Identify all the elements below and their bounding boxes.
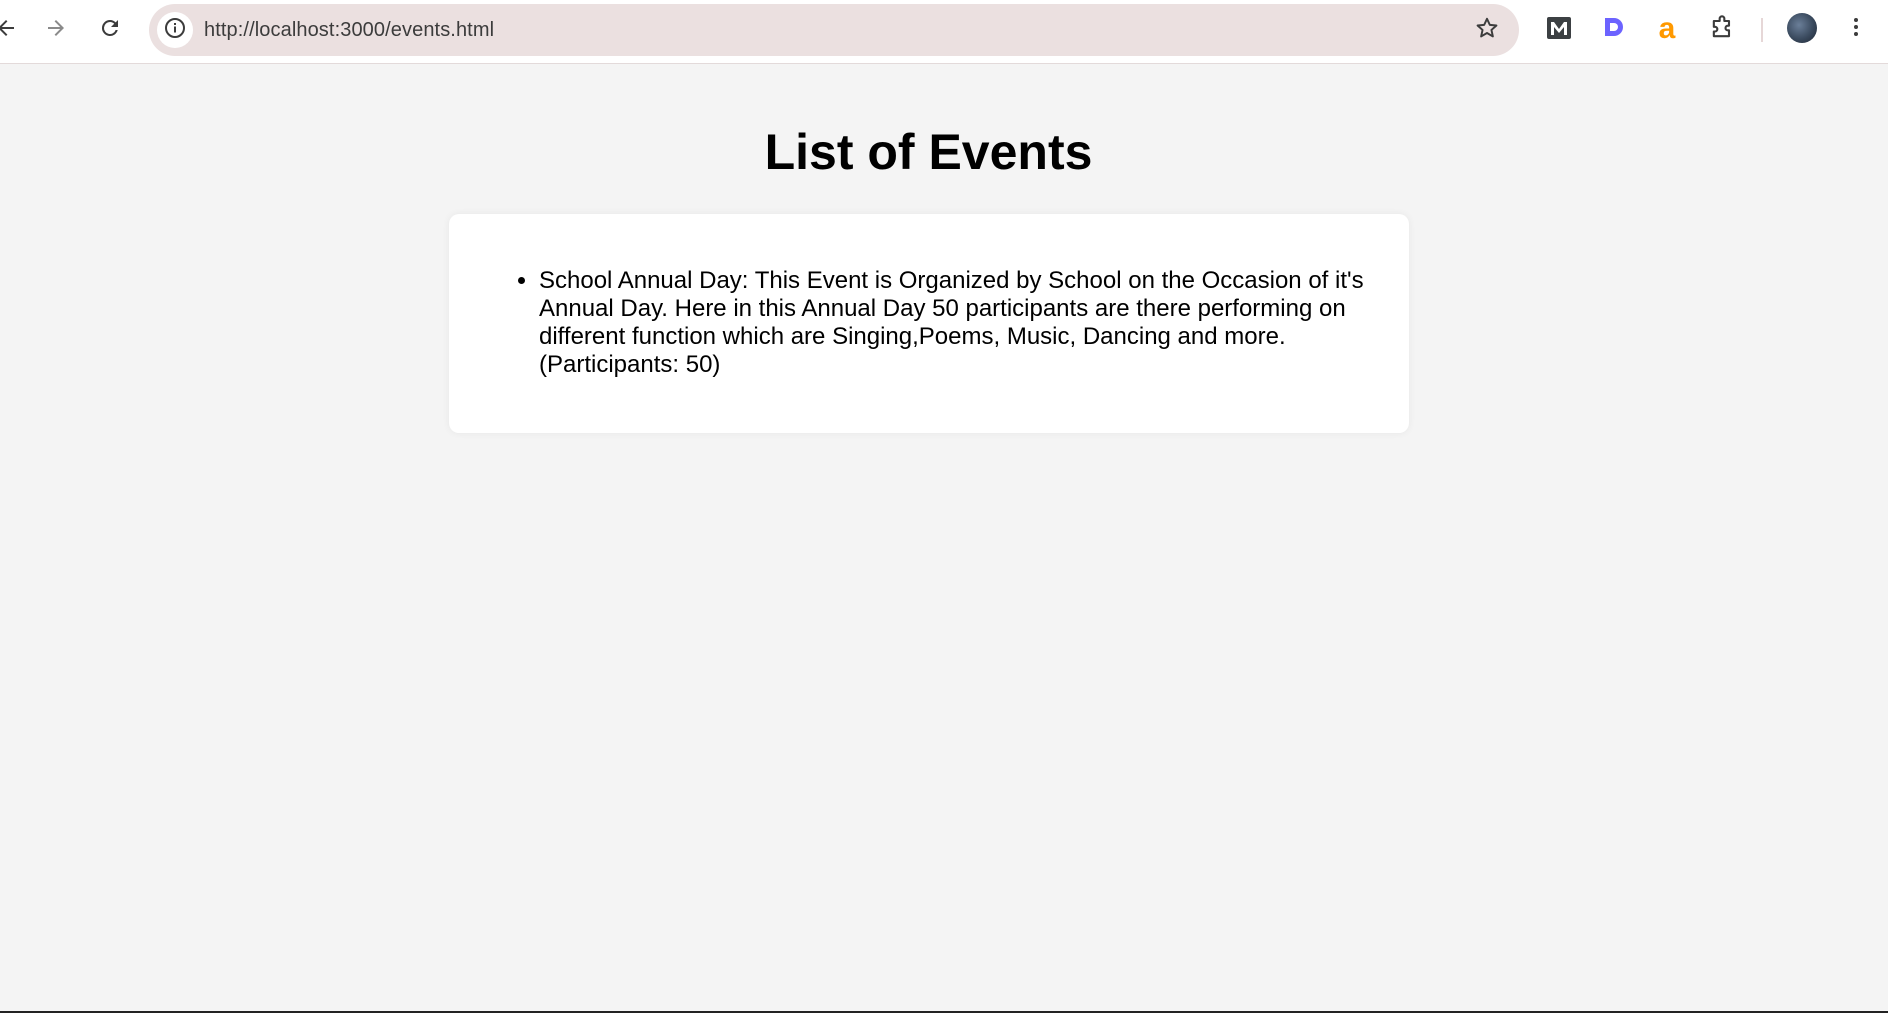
browser-toolbar: http://localhost:3000/events.html a bbox=[0, 0, 1888, 64]
reload-button[interactable] bbox=[90, 10, 130, 50]
m-extension-icon bbox=[1545, 14, 1573, 47]
kebab-menu-icon bbox=[1844, 15, 1868, 44]
info-icon bbox=[163, 16, 187, 45]
page-title: List of Events bbox=[764, 124, 1093, 180]
forward-arrow-icon bbox=[44, 16, 68, 45]
svg-text:a: a bbox=[1659, 14, 1676, 42]
m-extension-button[interactable] bbox=[1541, 12, 1577, 48]
site-info-button[interactable] bbox=[157, 12, 193, 48]
back-button[interactable] bbox=[0, 10, 26, 50]
profile-avatar[interactable] bbox=[1787, 13, 1817, 43]
url-text[interactable]: http://localhost:3000/events.html bbox=[204, 4, 494, 56]
event-item: School Annual Day: This Event is Organiz… bbox=[539, 267, 1379, 379]
d-extension-icon bbox=[1599, 14, 1627, 47]
reload-icon bbox=[98, 16, 122, 45]
toolbar-divider bbox=[1761, 18, 1763, 42]
browser-menu-button[interactable] bbox=[1841, 12, 1871, 46]
a-extension-button[interactable]: a bbox=[1649, 12, 1685, 48]
address-bar[interactable]: http://localhost:3000/events.html bbox=[149, 4, 1519, 56]
puzzle-icon bbox=[1708, 14, 1736, 47]
extensions-button[interactable] bbox=[1704, 12, 1740, 48]
events-card: School Annual Day: This Event is Organiz… bbox=[449, 214, 1409, 433]
d-extension-button[interactable] bbox=[1595, 12, 1631, 48]
star-icon bbox=[1474, 15, 1500, 46]
event-list: School Annual Day: This Event is Organiz… bbox=[539, 267, 1379, 379]
back-arrow-icon bbox=[0, 16, 18, 45]
forward-button[interactable] bbox=[36, 10, 76, 50]
page-content: List of Events School Annual Day: This E… bbox=[0, 65, 1888, 1012]
a-extension-icon: a bbox=[1653, 12, 1681, 47]
bookmark-button[interactable] bbox=[1469, 12, 1505, 48]
